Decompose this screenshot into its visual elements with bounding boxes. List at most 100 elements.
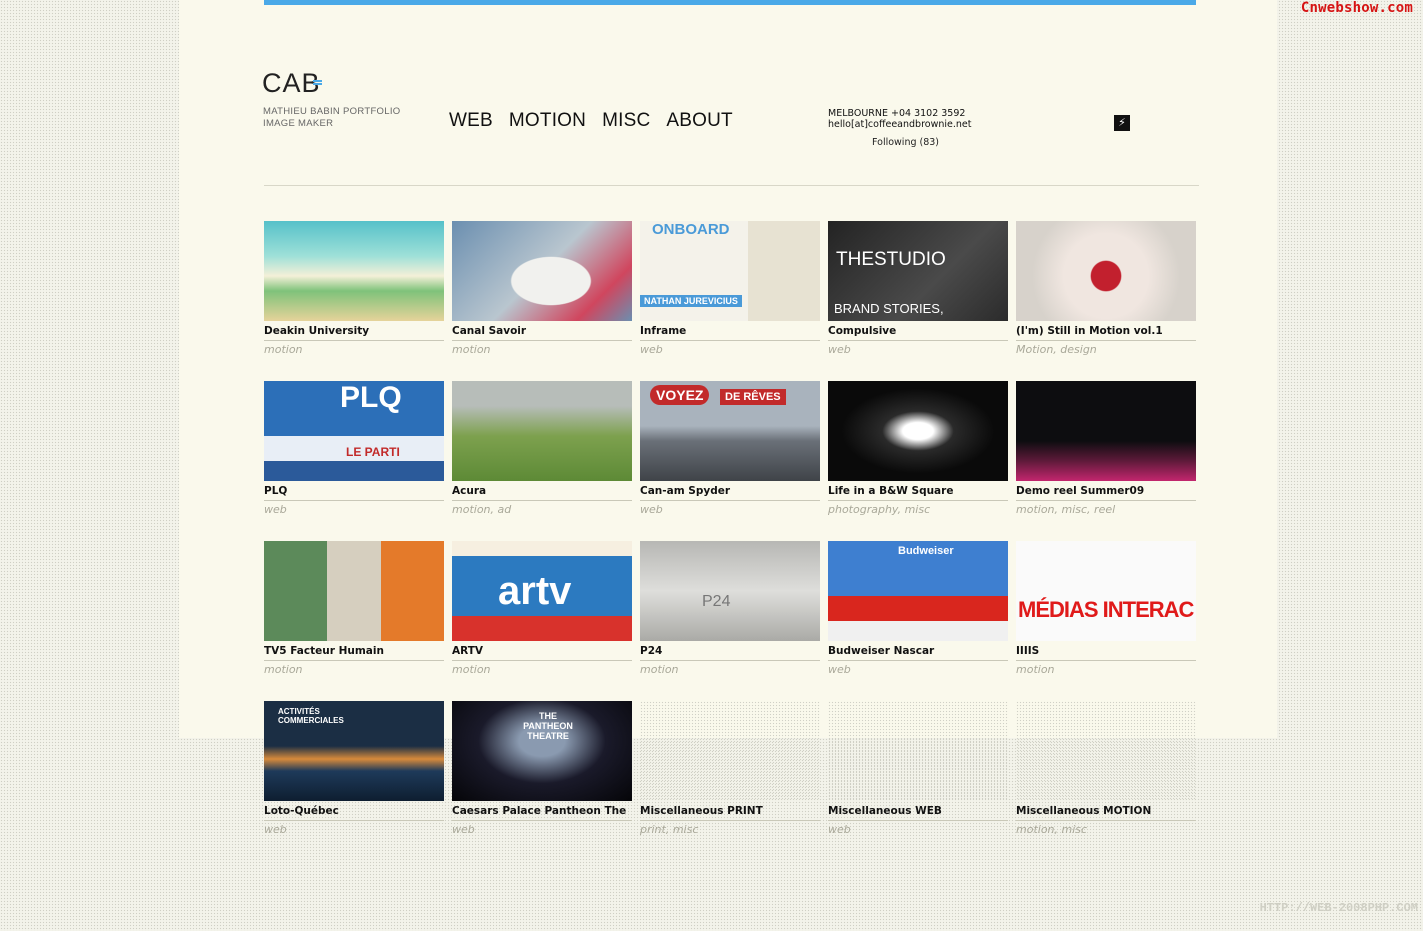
portfolio-item[interactable]: Canal Savoir motion [452, 221, 632, 356]
portfolio-item[interactable]: MÉDIAS INTERAC IIIIS motion [1016, 541, 1196, 676]
portfolio-thumbnail[interactable] [1016, 701, 1196, 801]
portfolio-item[interactable]: P24 P24 motion [640, 541, 820, 676]
thumbnail-text: ONBOARD [652, 221, 730, 238]
thumbnail-text: PLQ [340, 381, 402, 414]
portfolio-item-title[interactable]: Demo reel Summer09 [1016, 484, 1196, 501]
portfolio-item-title[interactable]: TV5 Facteur Humain [264, 644, 444, 661]
portfolio-thumbnail[interactable]: artv [452, 541, 632, 641]
thumbnail-subtext: NATHAN JUREVICIUS [640, 295, 742, 307]
portfolio-item-title[interactable]: Life in a B&W Square [828, 484, 1008, 501]
portfolio-item[interactable]: Life in a B&W Square photography, misc [828, 381, 1008, 516]
portfolio-item-title[interactable]: Miscellaneous WEB [828, 804, 1008, 821]
portfolio-item[interactable]: VOYEZ DE RÊVES Can-am Spyder web [640, 381, 820, 516]
portfolio-item[interactable]: THE PANTHEON THEATRE Caesars Palace Panth… [452, 701, 632, 836]
thumbnail-text: MÉDIAS INTERAC [1018, 597, 1194, 622]
portfolio-item-title[interactable]: ARTV [452, 644, 632, 661]
portfolio-item-title[interactable]: Acura [452, 484, 632, 501]
portfolio-item-tags: motion [264, 663, 303, 676]
portfolio-item-tags: motion, misc [1016, 823, 1088, 836]
portfolio-item[interactable]: Miscellaneous PRINT print, misc [640, 701, 820, 836]
site-logo[interactable]: CAB [262, 68, 321, 99]
portfolio-item[interactable]: THESTUDIO BRAND STORIES, Compulsive web [828, 221, 1008, 356]
portfolio-item-tags: motion [264, 343, 303, 356]
portfolio-item-title[interactable]: Caesars Palace Pantheon The [452, 804, 632, 821]
thumbnail-text: THESTUDIO [836, 249, 946, 270]
portfolio-thumbnail[interactable] [452, 221, 632, 321]
portfolio-thumbnail[interactable] [828, 701, 1008, 801]
portfolio-item-title[interactable]: P24 [640, 644, 820, 661]
nav-motion[interactable]: MOTION [509, 110, 586, 132]
portfolio-item-title[interactable]: Budweiser Nascar [828, 644, 1008, 661]
nav-about[interactable]: ABOUT [666, 110, 732, 132]
portfolio-item-tags: motion [1016, 663, 1055, 676]
portfolio-thumbnail[interactable]: PLQ LE PARTI [264, 381, 444, 481]
portfolio-item-tags: motion, misc, reel [1016, 503, 1116, 516]
portfolio-item[interactable]: Deakin University motion [264, 221, 444, 356]
portfolio-thumbnail[interactable] [264, 541, 444, 641]
feed-icon[interactable]: ⚡ [1114, 115, 1130, 131]
portfolio-item[interactable]: Budweiser Budweiser Nascar web [828, 541, 1008, 676]
portfolio-item-title[interactable]: Miscellaneous MOTION [1016, 804, 1196, 821]
portfolio-thumbnail[interactable] [828, 381, 1008, 481]
portfolio-item-title[interactable]: Compulsive [828, 324, 1008, 341]
portfolio-thumbnail[interactable] [640, 701, 820, 801]
portfolio-thumbnail[interactable] [1016, 381, 1196, 481]
portfolio-thumbnail[interactable] [1016, 221, 1196, 321]
thumbnail-text: artv [498, 569, 572, 613]
watermark-bottom: HTTP://WEB-2008PHP.COM [1259, 901, 1418, 915]
portfolio-item[interactable]: artv ARTV motion [452, 541, 632, 676]
portfolio-item-title[interactable]: Loto-Québec [264, 804, 444, 821]
nav-web[interactable]: WEB [449, 110, 493, 132]
tagline-line1: MATHIEU BABIN PORTFOLIO [263, 106, 401, 117]
portfolio-item[interactable]: (I'm) Still in Motion vol.1 Motion, desig… [1016, 221, 1196, 356]
portfolio-thumbnail[interactable]: MÉDIAS INTERAC [1016, 541, 1196, 641]
portfolio-thumbnail[interactable]: ACTIVITÉS COMMERCIALES [264, 701, 444, 801]
portfolio-item[interactable]: ONBOARD NATHAN JUREVICIUS Inframe web [640, 221, 820, 356]
contact-info: MELBOURNE +04 3102 3592 hello[at]coffeea… [828, 108, 971, 130]
portfolio-item-tags: motion [640, 663, 679, 676]
thumbnail-text: ACTIVITÉS COMMERCIALES [278, 707, 344, 725]
portfolio-item-tags: web [828, 343, 851, 356]
portfolio-item-tags: web [264, 823, 287, 836]
thumbnail-subtext: DE RÊVES [720, 389, 786, 405]
portfolio-item-tags: web [264, 503, 287, 516]
portfolio-item[interactable]: Miscellaneous WEB web [828, 701, 1008, 836]
portfolio-item[interactable]: TV5 Facteur Humain motion [264, 541, 444, 676]
portfolio-item-title[interactable]: Can-am Spyder [640, 484, 820, 501]
thumbnail-text: VOYEZ [650, 385, 710, 405]
contact-phone: MELBOURNE +04 3102 3592 [828, 108, 966, 119]
portfolio-thumbnail[interactable] [264, 221, 444, 321]
following-link[interactable]: Following (83) [872, 137, 939, 148]
portfolio-thumbnail[interactable]: VOYEZ DE RÊVES [640, 381, 820, 481]
portfolio-thumbnail[interactable]: ONBOARD NATHAN JUREVICIUS [640, 221, 820, 321]
thumbnail-text: P24 [702, 593, 731, 610]
tagline-line2: IMAGE MAKER [263, 118, 334, 129]
portfolio-thumbnail[interactable]: P24 [640, 541, 820, 641]
portfolio-item-title[interactable]: (I'm) Still in Motion vol.1 [1016, 324, 1196, 341]
portfolio-thumbnail[interactable]: THE PANTHEON THEATRE [452, 701, 632, 801]
portfolio-item-title[interactable]: IIIIS [1016, 644, 1196, 661]
portfolio-item[interactable]: Demo reel Summer09 motion, misc, reel [1016, 381, 1196, 516]
top-accent-bar [264, 0, 1196, 5]
main-nav: WEB MOTION MISC ABOUT [449, 110, 749, 132]
portfolio-item[interactable]: ACTIVITÉS COMMERCIALES Loto-Québec web [264, 701, 444, 836]
portfolio-item[interactable]: Acura motion, ad [452, 381, 632, 516]
contact-email[interactable]: hello[at]coffeeandbrownie.net [828, 119, 971, 130]
portfolio-item-title[interactable]: Deakin University [264, 324, 444, 341]
thumbnail-subtext: BRAND STORIES, [834, 301, 944, 316]
portfolio-item[interactable]: PLQ LE PARTI PLQ web [264, 381, 444, 516]
thumbnail-text: Budweiser [898, 545, 954, 557]
portfolio-item-tags: web [640, 343, 663, 356]
portfolio-item-tags: print, misc [640, 823, 699, 836]
portfolio-thumbnail[interactable]: Budweiser [828, 541, 1008, 641]
portfolio-thumbnail[interactable]: THESTUDIO BRAND STORIES, [828, 221, 1008, 321]
portfolio-item-title[interactable]: Inframe [640, 324, 820, 341]
portfolio-thumbnail[interactable] [452, 381, 632, 481]
portfolio-item[interactable]: Miscellaneous MOTION motion, misc [1016, 701, 1196, 836]
nav-misc[interactable]: MISC [602, 110, 650, 132]
portfolio-item-title[interactable]: Miscellaneous PRINT [640, 804, 820, 821]
portfolio-item-tags: web [828, 823, 851, 836]
portfolio-item-title[interactable]: PLQ [264, 484, 444, 501]
portfolio-item-title[interactable]: Canal Savoir [452, 324, 632, 341]
site-tagline: MATHIEU BABIN PORTFOLIO IMAGE MAKER [263, 106, 400, 130]
